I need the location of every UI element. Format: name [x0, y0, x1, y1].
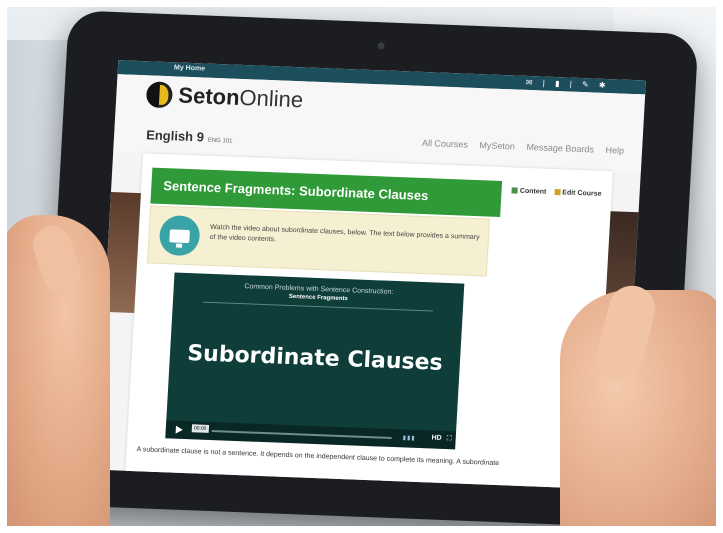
- play-icon[interactable]: [175, 425, 184, 434]
- course-links: Content Edit Course: [506, 187, 602, 198]
- content-link[interactable]: Content: [511, 187, 547, 196]
- video-progress-bar[interactable]: [211, 430, 392, 439]
- seton-logo-icon: [145, 81, 174, 109]
- video-title: Subordinate Clauses: [186, 341, 444, 376]
- edit-course-link[interactable]: Edit Course: [554, 189, 602, 198]
- lesson-paragraph: A subordinate clause is not a sentence. …: [136, 446, 500, 468]
- instruction-box: Watch the video about subordinate clause…: [147, 205, 491, 277]
- instruction-text: Watch the video about subordinate clause…: [209, 223, 480, 244]
- content-link-label: Content: [519, 187, 547, 196]
- lesson-content: Sentence Fragments: Subordinate Clauses …: [104, 153, 641, 490]
- fullscreen-icon[interactable]: ⛶: [447, 435, 452, 443]
- hd-toggle[interactable]: HD: [431, 434, 442, 441]
- logo-text-light: Online: [238, 84, 304, 113]
- breadcrumb-my-home[interactable]: My Home: [174, 64, 205, 72]
- logo-text: SetonOnline: [178, 83, 304, 114]
- camera-icon: [377, 42, 385, 50]
- course-title: English 9 ENG 101: [146, 127, 233, 145]
- volume-icon[interactable]: ▮▮▮: [403, 434, 416, 441]
- logo[interactable]: SetonOnline: [145, 81, 304, 114]
- edit-course-link-label: Edit Course: [562, 189, 602, 198]
- course-code: ENG 101: [207, 137, 233, 145]
- video-player[interactable]: Common Problems with Sentence Constructi…: [165, 272, 465, 450]
- nav-all-courses[interactable]: All Courses: [422, 138, 469, 150]
- nav-myseton[interactable]: MySeton: [479, 140, 515, 151]
- main-nav: All Courses MySeton Message Boards Help: [413, 138, 625, 156]
- nav-message-boards[interactable]: Message Boards: [526, 142, 594, 155]
- toolbar-icons[interactable]: ✉ | ▮ | ✎ ✱: [526, 78, 610, 90]
- course-name: English 9: [145, 127, 205, 145]
- nav-help[interactable]: Help: [605, 145, 624, 156]
- monitor-icon: [158, 214, 201, 257]
- video-time: 00:00: [191, 424, 209, 433]
- logo-text-bold: Seton: [177, 82, 241, 110]
